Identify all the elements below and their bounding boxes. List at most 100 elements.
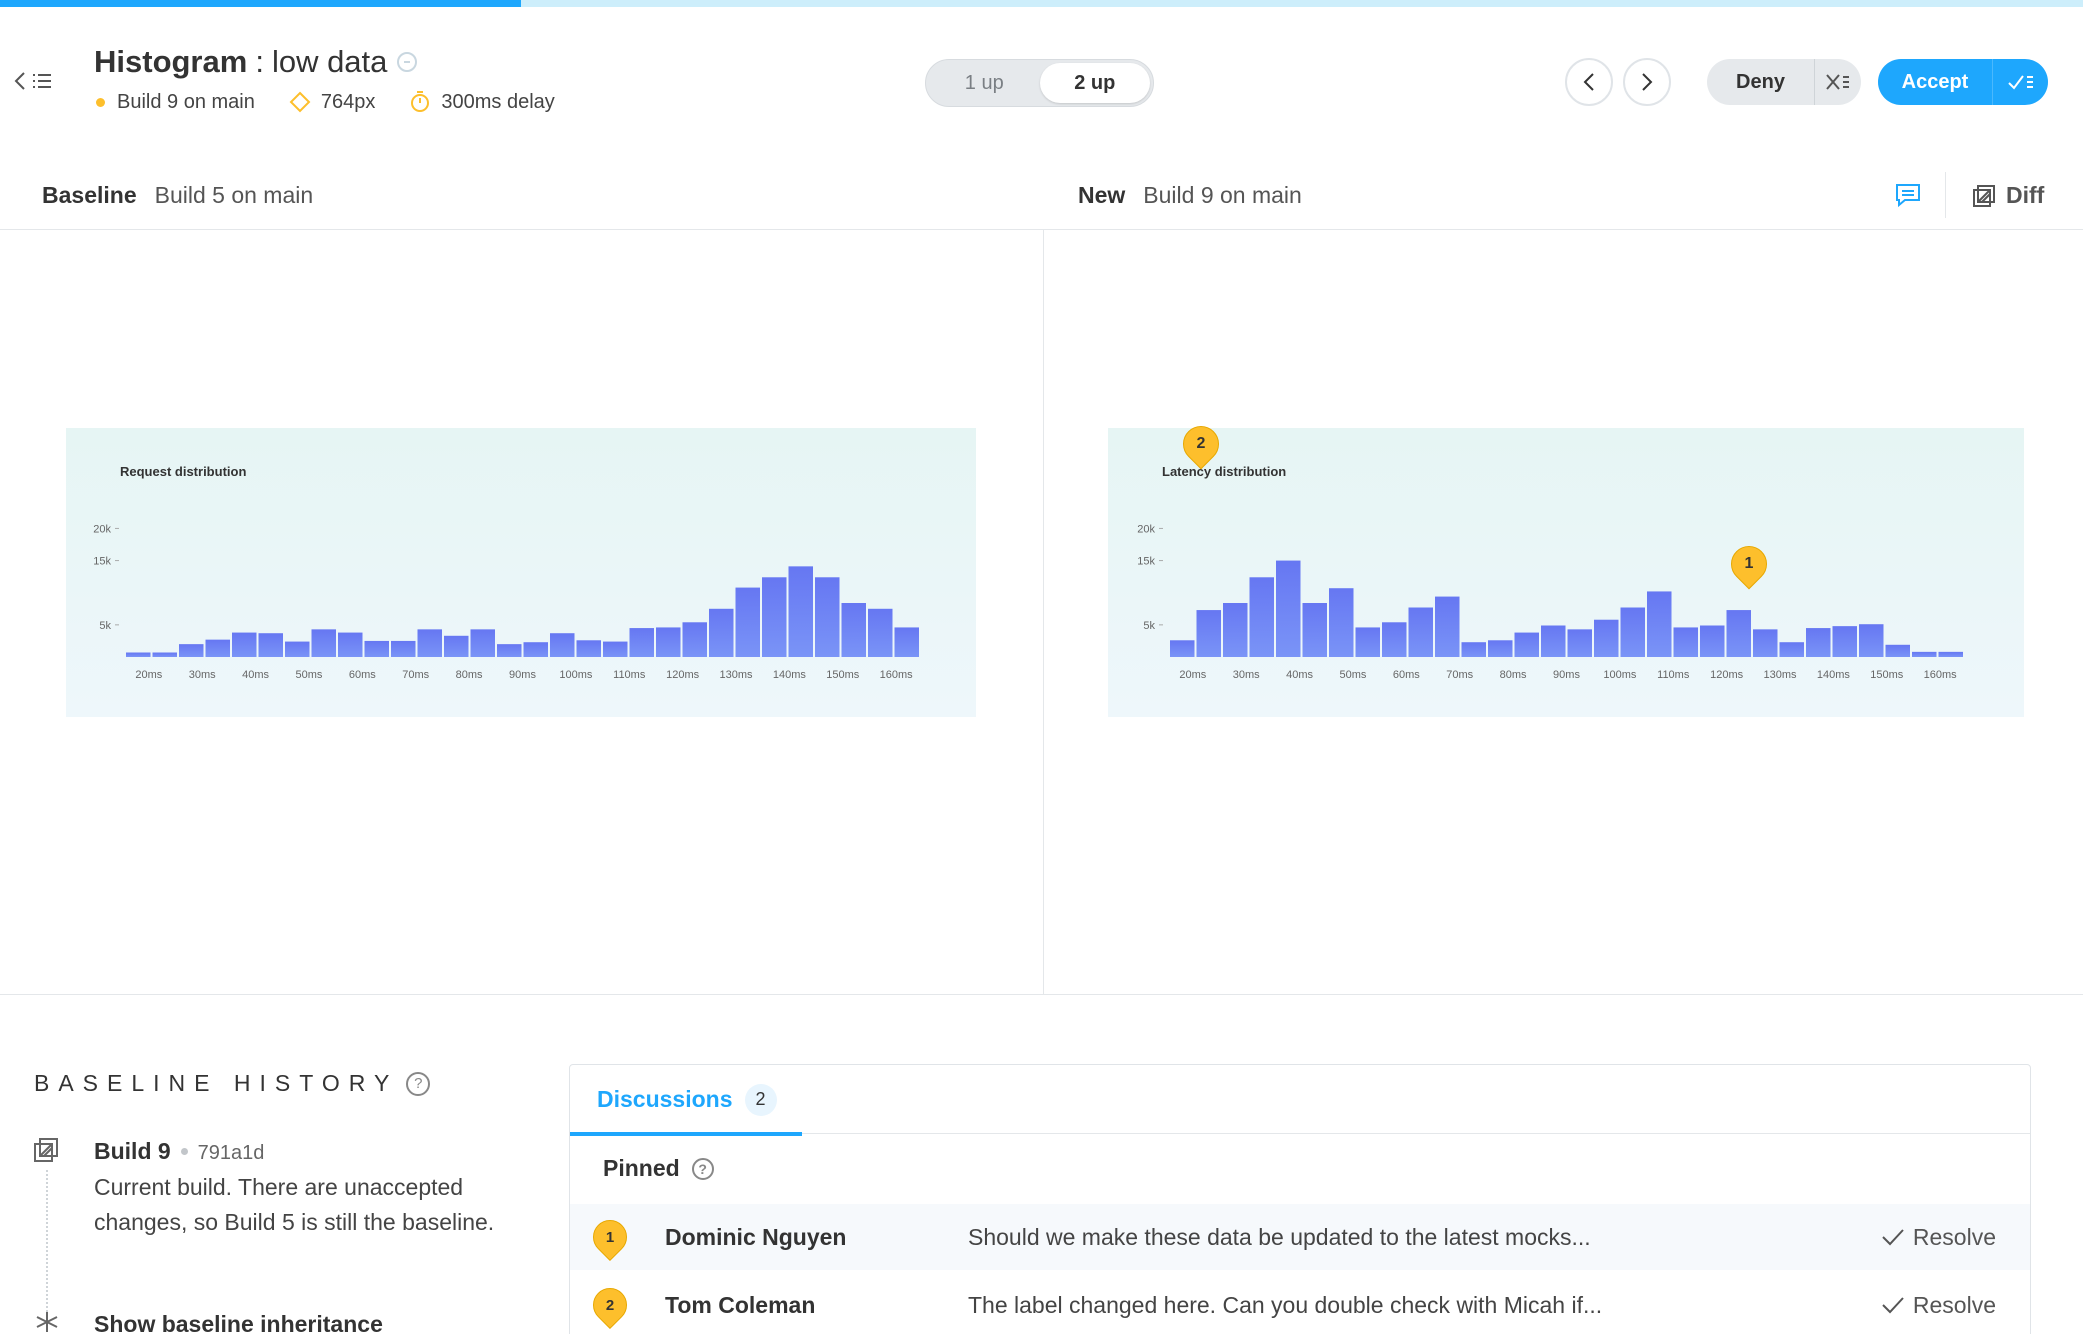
history-build-label[interactable]: Build 9 — [94, 1138, 171, 1165]
x-tick-label: 90ms — [509, 669, 536, 681]
histogram-bar — [1806, 628, 1831, 657]
previous-button[interactable] — [1565, 58, 1613, 106]
help-icon[interactable]: ? — [691, 1157, 714, 1180]
histogram-bar — [1382, 622, 1407, 657]
diamond-icon — [289, 91, 311, 113]
histogram-bar — [682, 622, 707, 657]
deny-batch-button[interactable] — [1814, 59, 1861, 105]
discussion-author: Tom Coleman — [665, 1291, 816, 1318]
new-snapshot[interactable]: Latency distribution 5k 15k 20k 20ms 30ms 40ms… — [1108, 418, 2024, 717]
accept-button[interactable]: Accept — [1878, 59, 1992, 105]
histogram-bar — [1514, 632, 1539, 657]
histogram-bar — [311, 629, 336, 657]
histogram-bar — [1170, 640, 1195, 657]
histogram-bar — [232, 632, 257, 657]
tab-discussions[interactable]: Discussions 2 — [570, 1065, 802, 1136]
pin-number: 2 — [1196, 435, 1206, 452]
toggle-2-up[interactable]: 2 up — [1039, 63, 1150, 103]
deny-button[interactable]: Deny — [1707, 59, 1814, 105]
discussion-text: The label changed here. Can you double c… — [968, 1291, 1603, 1318]
panes-divider — [1043, 229, 1044, 994]
histogram-bar — [258, 633, 283, 657]
histogram-bar — [1753, 629, 1778, 657]
x-tick-label: 160ms — [880, 669, 914, 681]
batch-deny-icon — [1826, 74, 1849, 90]
new-pane-label: New Build 9 on main — [1078, 182, 1302, 209]
discussion-pin: 1 — [585, 1212, 635, 1262]
histogram-bar — [603, 641, 628, 657]
x-tick-label: 50ms — [1340, 669, 1367, 681]
pin-number: 2 — [605, 1296, 615, 1314]
diff-toggle-button[interactable]: Diff — [1972, 182, 2044, 209]
x-tick-label: 150ms — [1870, 669, 1904, 681]
histogram-bar — [1355, 627, 1380, 657]
histogram-bar — [1488, 640, 1513, 657]
x-tick-label: 140ms — [1817, 669, 1851, 681]
build-snapshot-icon — [34, 1138, 58, 1162]
history-commit[interactable]: 791a1d — [198, 1142, 265, 1165]
inheritance-icon — [36, 1312, 58, 1332]
histogram-bar — [841, 603, 866, 657]
discussion-row[interactable]: 1 Dominic Nguyen Should we make these da… — [570, 1204, 2030, 1270]
accept-batch-button[interactable] — [1992, 59, 2048, 105]
comment-pin-1[interactable]: 1 — [1723, 538, 1775, 590]
x-tick-label: 140ms — [773, 669, 807, 681]
y-tick-label: 20k — [93, 523, 111, 535]
view-mode-toggle: 1 up 2 up — [925, 59, 1154, 107]
comments-toggle[interactable] — [1893, 182, 1923, 208]
histogram-bar — [1435, 596, 1460, 657]
baseline-snapshot[interactable]: Request distribution 5k 15k 20k 20ms 30ms 40ms… — [66, 428, 976, 717]
histogram-bar — [1832, 626, 1857, 657]
x-tick-label: 60ms — [1393, 669, 1420, 681]
histogram-bar — [391, 640, 416, 657]
title-separator: : — [255, 44, 264, 79]
chevron-left-icon — [14, 72, 25, 90]
comment-pin-2[interactable]: 2 — [1175, 418, 1227, 470]
show-baseline-inheritance-link[interactable]: Show baseline inheritance — [94, 1311, 383, 1334]
progress-fill — [0, 0, 521, 7]
histogram-bar — [338, 632, 363, 657]
help-icon[interactable]: ? — [406, 1071, 431, 1096]
back-button[interactable] — [14, 66, 62, 96]
next-button[interactable] — [1623, 58, 1671, 106]
x-tick-label: 30ms — [189, 669, 216, 681]
histogram-bar — [709, 608, 734, 657]
meta-viewport-label: 764px — [320, 90, 376, 113]
resolve-button[interactable]: Resolve — [1881, 1224, 1996, 1251]
histogram-bar — [205, 639, 230, 657]
x-tick-label: 110ms — [1657, 669, 1690, 681]
x-tick-label: 120ms — [666, 669, 700, 681]
timer-icon — [411, 91, 430, 112]
toolbar-divider — [1945, 172, 1946, 218]
histogram-bar — [285, 641, 310, 657]
x-tick-label: 160ms — [1924, 669, 1958, 681]
histogram-bar — [1779, 642, 1804, 657]
histogram-bar — [179, 644, 204, 657]
histogram-bar — [1541, 625, 1566, 657]
meta-build: Build 9 on main — [96, 91, 255, 114]
histogram-bar — [1726, 610, 1751, 657]
x-tick-label: 90ms — [1553, 669, 1580, 681]
x-tick-label: 20ms — [135, 669, 162, 681]
x-tick-label: 50ms — [296, 669, 323, 681]
discussion-row[interactable]: 2 Tom Coleman The label changed here. Ca… — [570, 1272, 2030, 1334]
histogram-bar — [735, 587, 760, 657]
check-icon — [1882, 1229, 1904, 1246]
discussions-tabbar: Discussions 2 — [570, 1065, 2030, 1136]
chevron-left-icon — [1583, 73, 1594, 91]
active-tab-indicator — [570, 1132, 802, 1136]
meta-delay: 300ms delay — [409, 90, 555, 114]
y-tick-label: 15k — [1137, 556, 1155, 568]
histogram-bar — [1885, 644, 1910, 657]
toggle-1-up[interactable]: 1 up — [929, 63, 1040, 103]
baseline-label: Baseline — [42, 182, 137, 208]
arrow-circle-icon[interactable] — [397, 52, 418, 72]
histogram-bar — [1249, 577, 1274, 657]
comment-icon — [1896, 184, 1920, 208]
accept-button-group: Accept — [1878, 59, 2048, 105]
histogram-bar — [364, 640, 389, 657]
baseline-build: Build 5 on main — [154, 182, 314, 208]
list-icon — [33, 74, 51, 88]
x-tick-label: 150ms — [826, 669, 860, 681]
resolve-button[interactable]: Resolve — [1881, 1292, 1996, 1319]
